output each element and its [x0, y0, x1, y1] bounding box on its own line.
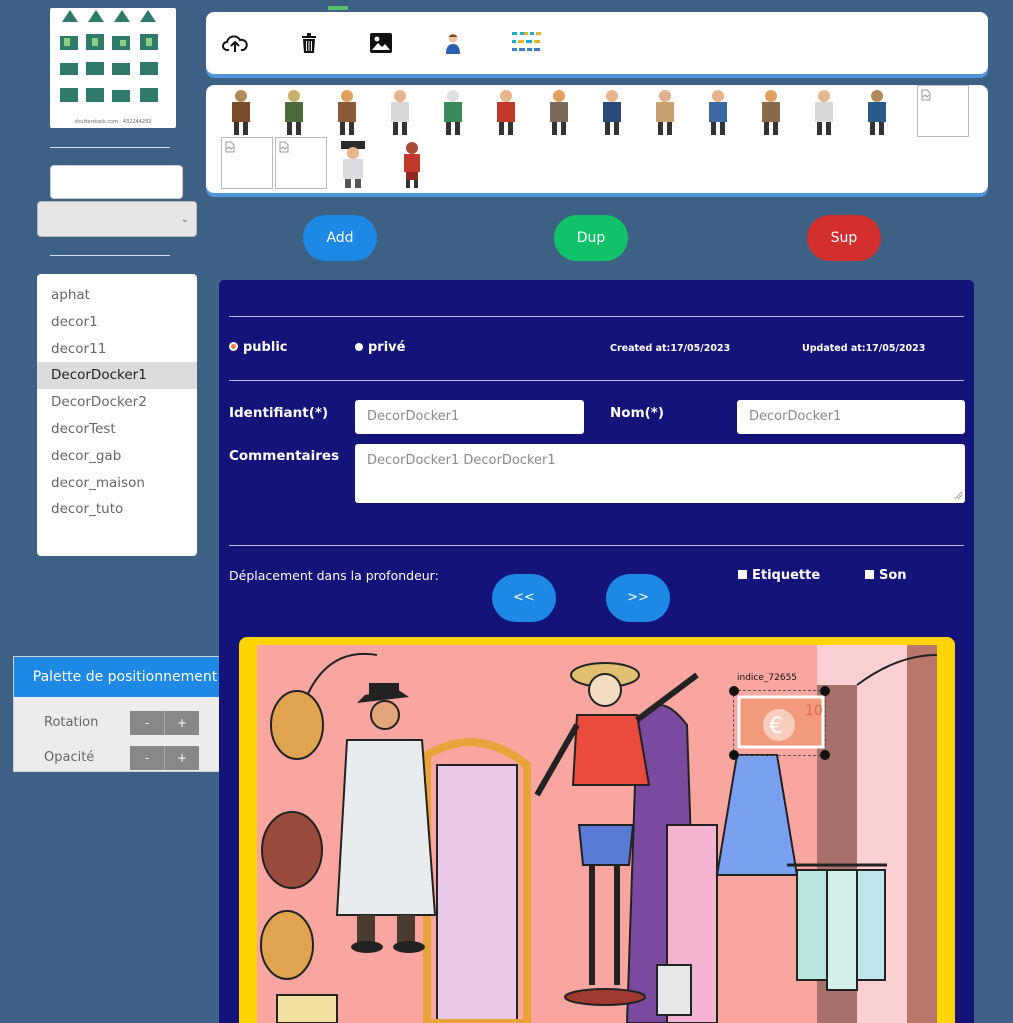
active-indicator [328, 6, 348, 10]
cloud-upload-icon[interactable] [218, 26, 252, 60]
public-label: public [243, 340, 288, 355]
created-date: Created at:17/05/2023 [610, 343, 731, 354]
list-item[interactable]: decorTest [37, 416, 197, 443]
son-checkbox[interactable]: Son [865, 568, 907, 583]
checkbox-icon [865, 570, 874, 579]
character-thumbnail[interactable] [380, 87, 420, 139]
resize-handle-top-right[interactable] [820, 686, 830, 696]
opacity-decrease-button[interactable]: - [130, 746, 164, 770]
rotation-label: Rotation [44, 715, 99, 730]
list-item[interactable]: DecorDocker2 [37, 389, 197, 416]
glyph-grid-icon[interactable] [510, 26, 544, 60]
decor-type-select[interactable]: ⌄ [37, 201, 197, 237]
identifier-label: Identifiant(*) [229, 405, 329, 421]
list-item[interactable]: decor11 [37, 336, 197, 363]
opacity-increase-button[interactable]: + [164, 746, 199, 770]
radio-checked-icon [229, 342, 238, 351]
character-thumbnail[interactable] [392, 139, 432, 191]
decor-list: aphat decor1 decor11 DecorDocker1 DecorD… [37, 274, 197, 556]
divider [229, 380, 964, 381]
scene-frame: € 10 indice_72655 [239, 637, 955, 1023]
decor-thumbnail[interactable]: shutterstock.com · 432244282 [50, 8, 176, 128]
character-thumbnail[interactable] [592, 87, 632, 139]
opacity-label: Opacité [44, 750, 95, 765]
resize-handle-top-left[interactable] [729, 686, 739, 696]
character-thumbnail[interactable] [645, 87, 685, 139]
scene-canvas[interactable]: € 10 indice_72655 [257, 645, 937, 1023]
broken-image-icon[interactable] [275, 137, 327, 189]
broken-image-icon[interactable] [917, 85, 969, 137]
etiquette-label: Etiquette [752, 568, 821, 583]
positioning-palette: Palette de positionnement Rotation - + O… [13, 656, 237, 772]
rotation-decrease-button[interactable]: - [130, 711, 164, 735]
resize-handle-icon[interactable] [953, 490, 963, 500]
list-item[interactable]: decor_gab [37, 443, 197, 470]
character-thumbnail[interactable] [327, 87, 367, 139]
checkbox-icon [738, 570, 747, 579]
son-label: Son [879, 568, 907, 583]
broken-image-icon[interactable] [221, 137, 273, 189]
private-label: privé [368, 340, 406, 355]
character-thumbnail[interactable] [221, 87, 261, 139]
private-radio[interactable]: privé [355, 340, 405, 355]
person-icon[interactable] [436, 26, 470, 60]
public-radio[interactable]: public [229, 340, 287, 355]
move-back-button[interactable]: << [492, 574, 556, 622]
comments-textarea[interactable]: DecorDocker1 DecorDocker1 [355, 444, 965, 503]
character-thumbnail[interactable] [698, 87, 738, 139]
resize-handle-bottom-right[interactable] [820, 750, 830, 760]
toolbar [206, 12, 988, 74]
decor-form: public privé Created at:17/05/2023 Updat… [219, 280, 974, 1023]
etiquette-checkbox[interactable]: Etiquette [738, 568, 820, 583]
list-item[interactable]: decor_tuto [37, 496, 197, 523]
image-icon[interactable] [364, 26, 398, 60]
list-item[interactable]: decor_maison [37, 470, 197, 497]
resize-handle-bottom-left[interactable] [729, 750, 739, 760]
boutique-scene-image: € 10 [257, 645, 937, 1023]
radio-unchecked-icon [355, 342, 363, 351]
identifier-input[interactable]: DecorDocker1 [355, 400, 584, 434]
list-item[interactable]: aphat [37, 282, 197, 309]
name-input[interactable]: DecorDocker1 [737, 400, 965, 434]
character-thumbnail[interactable] [539, 87, 579, 139]
palette-title[interactable]: Palette de positionnement [14, 657, 236, 697]
move-forward-button[interactable]: >> [606, 574, 670, 622]
character-thumbnail[interactable] [804, 87, 844, 139]
opacity-row: Opacité - + [14, 746, 236, 770]
character-gallery [206, 85, 988, 193]
rotation-increase-button[interactable]: + [164, 711, 199, 735]
selected-object-label: indice_72655 [737, 673, 798, 683]
chevron-down-icon: ⌄ [180, 214, 189, 225]
character-thumbnail[interactable] [274, 87, 314, 139]
divider [229, 316, 964, 317]
list-item[interactable]: decor1 [37, 309, 197, 336]
character-thumbnail[interactable] [751, 87, 791, 139]
character-thumbnail[interactable] [857, 87, 897, 139]
character-thumbnail[interactable] [433, 87, 473, 139]
divider [50, 147, 170, 148]
decor-name-input[interactable] [50, 165, 183, 199]
divider [50, 255, 170, 256]
list-item-selected[interactable]: DecorDocker1 [37, 362, 197, 390]
updated-date: Updated at:17/05/2023 [802, 343, 926, 354]
name-label: Nom(*) [610, 405, 665, 421]
character-thumbnail[interactable] [333, 139, 373, 191]
rotation-row: Rotation - + [14, 711, 236, 735]
landscape-icons-image [60, 10, 158, 102]
selection-box[interactable] [729, 686, 830, 760]
divider [229, 545, 964, 546]
trash-icon[interactable] [292, 26, 326, 60]
duplicate-button[interactable]: Dup [554, 215, 628, 261]
delete-button[interactable]: Sup [807, 215, 881, 261]
thumbnail-caption: shutterstock.com · 432244282 [74, 119, 152, 125]
comments-label: Commentaires [229, 448, 340, 464]
depth-label: Déplacement dans la profondeur: [229, 568, 439, 583]
add-button[interactable]: Add [303, 215, 377, 261]
character-thumbnail[interactable] [486, 87, 526, 139]
